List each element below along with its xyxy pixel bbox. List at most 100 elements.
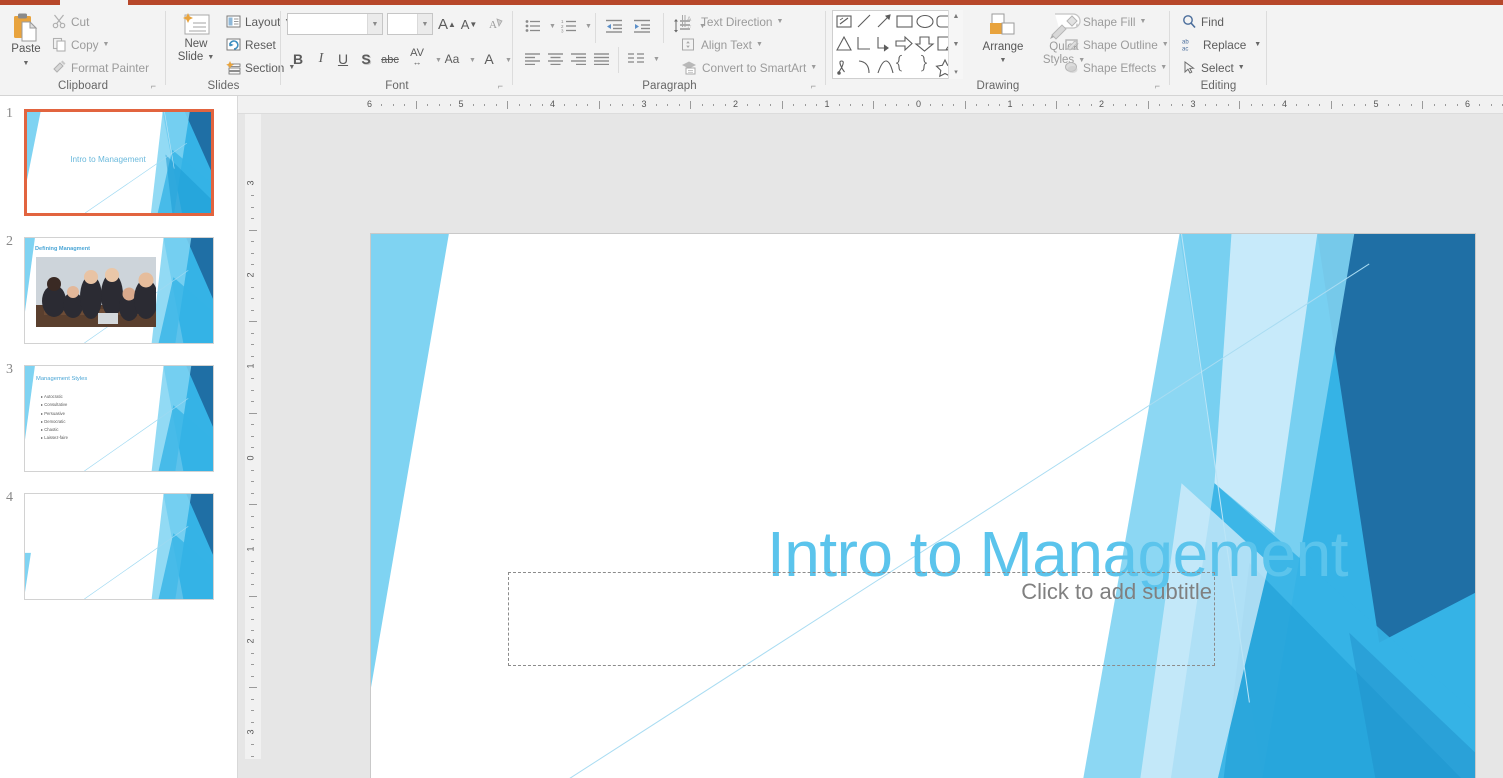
font-size-input[interactable]	[388, 15, 416, 33]
strikethrough-button[interactable]: abc	[378, 51, 402, 69]
vertical-ruler[interactable]: 3 2 1 0 1 2 3	[245, 114, 261, 759]
ruler-tick	[1456, 104, 1458, 106]
thumbnail-slide-3[interactable]: 3 Management Styles ▸ Autocratic ▸ Consu…	[6, 362, 214, 472]
ruler-tick	[1262, 104, 1264, 106]
align-text-button[interactable]: Align Text ▼	[681, 37, 763, 52]
thumbnail-frame[interactable]: Intro to Management	[24, 109, 214, 216]
clear-formatting-button[interactable]: A	[486, 14, 506, 34]
arrange-chevron-down-icon[interactable]: ▼	[974, 54, 1032, 67]
horizontal-ruler[interactable]: 6 5 4 3 2 1 0 1 2 3 4 5 6	[238, 96, 1503, 114]
text-shadow-button[interactable]: S	[357, 50, 375, 68]
shapes-gallery-scrollbar[interactable]: ▲ ▼ ▾	[948, 10, 963, 79]
font-name-input[interactable]	[288, 15, 366, 33]
ruler-tick	[249, 504, 257, 506]
decrease-indent-button[interactable]	[603, 17, 625, 35]
shape-effects-button[interactable]: Shape Effects ▼	[1064, 60, 1167, 75]
scroll-down-icon[interactable]: ▼	[953, 41, 960, 48]
align-right-button[interactable]	[569, 50, 589, 68]
font-name-chevron-down-icon[interactable]: ▼	[367, 14, 382, 34]
shape-fill-chevron-down-icon[interactable]: ▼	[1139, 18, 1146, 25]
slide-subtitle-placeholder[interactable]: Click to add subtitle	[508, 572, 1215, 666]
smartart-chevron-down-icon[interactable]: ▼	[810, 64, 817, 71]
slide-editing-canvas[interactable]: Intro to Management Click to add subtitl…	[370, 233, 1476, 778]
align-center-button[interactable]	[546, 50, 566, 68]
ruler-tick	[251, 286, 254, 288]
paste-button[interactable]: Paste ▼	[4, 11, 48, 70]
increase-indent-button[interactable]	[631, 17, 653, 35]
thumbnail-slide-2[interactable]: 2 Defining Managment	[6, 234, 214, 344]
numbering-button[interactable]: 1 2 3	[559, 17, 579, 35]
ruler-tick	[251, 206, 254, 208]
numbering-chevron-down-icon[interactable]: ▼	[585, 23, 592, 30]
increase-font-size-button[interactable]: A ▲	[437, 14, 457, 34]
paragraph-dialog-launcher[interactable]: ⌐	[811, 81, 816, 91]
italic-icon: I	[318, 51, 324, 66]
format-painter-button[interactable]: Format Painter	[52, 60, 149, 75]
align-left-button[interactable]	[523, 50, 543, 68]
ruler-tick	[251, 561, 254, 563]
font-dialog-launcher[interactable]: ⌐	[498, 81, 503, 91]
shape-outline-label: Shape Outline	[1083, 37, 1158, 52]
shapes-more-icon[interactable]: ▾	[954, 68, 958, 76]
ruler-tick	[251, 755, 254, 757]
change-case-button[interactable]: Aa	[441, 50, 463, 68]
shape-outline-chevron-down-icon[interactable]: ▼	[1162, 41, 1169, 48]
ruler-tick	[251, 744, 254, 746]
text-direction-button[interactable]: A ↓↑ Text Direction ▼	[681, 14, 783, 29]
new-slide-chevron-down-icon[interactable]: ▼	[207, 51, 214, 64]
find-button[interactable]: Find	[1182, 14, 1224, 29]
font-name-combo[interactable]: ▼	[287, 13, 383, 35]
align-text-chevron-down-icon[interactable]: ▼	[756, 41, 763, 48]
ruler-tick-label: 5	[1373, 99, 1379, 109]
clipboard-dialog-launcher[interactable]: ⌐	[151, 81, 156, 91]
change-case-chevron-down-icon[interactable]: ▼	[469, 57, 476, 64]
bullets-button[interactable]	[523, 17, 543, 35]
convert-to-smartart-button[interactable]: Convert to SmartArt ▼	[681, 60, 817, 75]
copy-chevron-down-icon[interactable]: ▼	[103, 41, 110, 48]
underline-button[interactable]: U	[334, 50, 352, 68]
justify-icon	[594, 53, 609, 65]
columns-chevron-down-icon[interactable]: ▼	[653, 56, 660, 63]
font-size-chevron-down-icon[interactable]: ▼	[417, 14, 432, 34]
ruler-tick	[251, 584, 254, 586]
ruler-tick	[770, 104, 772, 106]
ruler-tick	[251, 252, 254, 254]
font-color-button[interactable]: A	[479, 49, 499, 69]
thumbnail-slide-1[interactable]: 1 Intro to Management	[6, 106, 214, 216]
slide-thumbnail-pane[interactable]: 1 Intro to Management 2 Defining Managme…	[0, 96, 238, 778]
scroll-up-icon[interactable]: ▲	[953, 13, 960, 20]
bullets-chevron-down-icon[interactable]: ▼	[549, 23, 556, 30]
shape-outline-button[interactable]: Shape Outline ▼	[1064, 37, 1169, 52]
text-direction-chevron-down-icon[interactable]: ▼	[776, 18, 783, 25]
ruler-tick	[1319, 104, 1321, 106]
select-chevron-down-icon[interactable]: ▼	[1238, 64, 1245, 71]
thumbnail-frame[interactable]	[24, 493, 214, 600]
justify-button[interactable]	[592, 50, 612, 68]
ruler-tick-label: 4	[550, 99, 556, 109]
reset-button[interactable]: Reset	[226, 37, 276, 52]
copy-button[interactable]: Copy ▼	[52, 37, 109, 52]
ruler-tick	[484, 104, 486, 106]
select-button[interactable]: Select ▼	[1182, 60, 1245, 75]
italic-button[interactable]: I	[312, 50, 330, 68]
increase-indent-icon	[633, 19, 650, 33]
decrease-font-size-button[interactable]: A ▼	[459, 14, 479, 34]
thumbnail-frame[interactable]: Defining Managment	[24, 237, 214, 344]
paste-chevron-down-icon[interactable]: ▼	[4, 57, 48, 70]
shape-fill-button[interactable]: Shape Fill ▼	[1064, 14, 1146, 29]
shapes-gallery[interactable]	[832, 10, 963, 79]
drawing-dialog-launcher[interactable]: ⌐	[1155, 81, 1160, 91]
font-size-combo[interactable]: ▼	[387, 13, 433, 35]
font-color-chevron-down-icon[interactable]: ▼	[505, 57, 512, 64]
columns-button[interactable]	[625, 50, 647, 68]
thumbnail-frame[interactable]: Management Styles ▸ Autocratic ▸ Consult…	[24, 365, 214, 472]
shape-effects-chevron-down-icon[interactable]: ▼	[1160, 64, 1167, 71]
arrange-button[interactable]: Arrange ▼	[974, 11, 1032, 67]
replace-button[interactable]: ab ac Replace ▼	[1182, 37, 1261, 53]
character-spacing-button[interactable]: AV ↔	[405, 47, 429, 69]
thumbnail-slide-4[interactable]: 4	[6, 490, 214, 600]
cut-button[interactable]: Cut	[52, 14, 89, 29]
new-slide-button[interactable]: New Slide ▼	[170, 11, 222, 64]
bold-button[interactable]: B	[289, 50, 307, 68]
replace-chevron-down-icon[interactable]: ▼	[1254, 41, 1261, 48]
